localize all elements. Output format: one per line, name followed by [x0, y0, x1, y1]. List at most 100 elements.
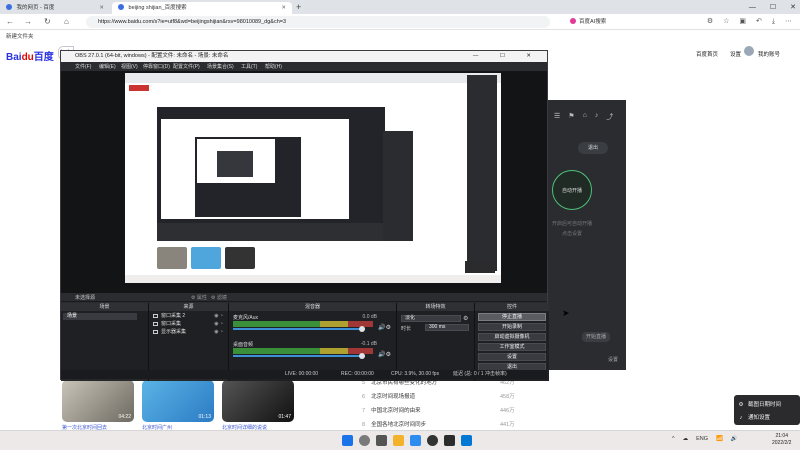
bell-icon: ♪ — [739, 415, 743, 421]
menu-scene-collection[interactable]: 场景集合(S) — [207, 63, 234, 70]
ai-search-button[interactable]: 百度AI搜索 — [570, 16, 606, 28]
minimize-button[interactable]: — — [749, 4, 756, 11]
scene-item[interactable]: 场景 — [63, 313, 137, 320]
transition-gear-icon[interactable]: ⚙ — [463, 315, 468, 322]
language-indicator[interactable]: ENG — [696, 436, 708, 442]
panel-settings-link[interactable]: 设置 — [608, 356, 618, 363]
preview-logo — [129, 85, 149, 91]
cpu-fps: CPU: 3.9%, 30.00 fps — [391, 371, 440, 377]
stop-streaming-button[interactable]: 停止直播 — [478, 313, 546, 321]
reload-button[interactable]: ↻ — [44, 16, 51, 28]
taskbar-clock[interactable]: 21:04 2022/2/2 — [772, 433, 791, 447]
search-icon[interactable] — [359, 435, 370, 446]
obs-icon[interactable] — [427, 435, 438, 446]
home-icon[interactable]: ⌂ — [583, 112, 587, 122]
browser-tab[interactable]: 我的网页 - 百度 ✕ — [0, 2, 110, 14]
hot-list-item[interactable]: 6 北京时间现场报道 — [362, 392, 415, 400]
video-thumbnail[interactable]: 04:22 — [62, 380, 134, 422]
download-icon[interactable]: ⤓ — [772, 16, 775, 28]
menu-profile[interactable]: 配置文件(P) — [173, 63, 200, 70]
back-button[interactable]: ← — [6, 16, 14, 28]
obs-window-controls[interactable]: — ☐ ✕ — [473, 51, 541, 62]
eye-icon[interactable]: ◉ ◔ — [214, 313, 223, 320]
live-app-icon[interactable] — [444, 435, 455, 446]
popup-item-datetime[interactable]: ⚙ 截图日期时间 — [738, 400, 781, 408]
eye-icon[interactable]: ◉ ◔ — [214, 329, 223, 336]
forward-button[interactable]: → — [24, 16, 32, 28]
baidu-settings-link[interactable]: 设置 — [730, 50, 741, 58]
file-explorer-icon[interactable] — [393, 435, 404, 446]
obs-preview-canvas[interactable] — [125, 71, 559, 293]
studio-mode-button[interactable]: 工作室模式 — [478, 343, 546, 351]
exit-button[interactable]: 退出 — [578, 142, 608, 154]
source-item[interactable]: 窗口采集 2 ◉ ◔ — [153, 313, 225, 320]
hot-list-item[interactable]: 7 中国北京时间的由来 — [362, 406, 421, 414]
popup-item-notify[interactable]: ♪ 通知设置 — [738, 413, 770, 421]
filters-button[interactable]: ⚙ 滤镜 — [211, 294, 227, 301]
baidu-home-link[interactable]: 百度首页 — [696, 50, 718, 58]
volume-slider[interactable] — [233, 355, 365, 357]
source-item[interactable]: 显示器采集 ◉ ◔ — [153, 329, 225, 336]
cloud-icon[interactable]: ☁ — [683, 436, 689, 442]
menu-tools[interactable]: 工具(T) — [241, 63, 257, 70]
menu-docks[interactable]: 停靠窗口(D) — [143, 63, 170, 70]
panel-hint-link[interactable]: 点击设置 — [562, 230, 582, 237]
wifi-icon[interactable]: 📶 — [716, 436, 723, 442]
menu-view[interactable]: 视图(V) — [121, 63, 138, 70]
menu-help[interactable]: 帮助(H) — [265, 63, 282, 70]
settings-icon[interactable]: ⋯ — [785, 16, 792, 28]
virtual-camera-button[interactable]: 启动虚拟摄像机 — [478, 333, 546, 341]
bookmark-folder[interactable]: 新建文件夹 — [6, 32, 34, 40]
volume-icon[interactable]: 🔊 — [731, 436, 738, 442]
video-thumbnail[interactable]: 01:13 — [142, 380, 214, 422]
music-icon[interactable]: ♪ — [595, 112, 599, 122]
maximize-button[interactable]: ☐ — [770, 3, 776, 11]
source-item[interactable]: 窗口采集 ◉ ◔ — [153, 321, 225, 328]
user-name[interactable]: 我的账号 — [758, 50, 780, 58]
menu-edit[interactable]: 编辑(E) — [99, 63, 116, 70]
speaker-gear-icons[interactable]: 🔊⚙ — [378, 324, 391, 331]
tab-close-icon[interactable]: ✕ — [281, 2, 286, 14]
speaker-gear-icons[interactable]: 🔊⚙ — [378, 351, 391, 358]
new-tab-button[interactable]: + — [296, 1, 301, 13]
volume-slider[interactable] — [233, 328, 365, 330]
avatar[interactable] — [744, 46, 754, 56]
clock-time: 21:04 — [775, 433, 788, 439]
tab-close-icon[interactable]: ✕ — [99, 2, 104, 14]
browser-tab-active[interactable]: beijing shijian_百度搜索 ✕ — [112, 2, 292, 14]
start-live-button[interactable]: 开始直播 — [582, 332, 610, 342]
ai-search-icon — [570, 18, 576, 24]
obs-menu-bar: 文件(F) 编辑(E) 视图(V) 停靠窗口(D) 配置文件(P) 场景集合(S… — [61, 62, 547, 71]
duration-input[interactable]: 300 ms — [425, 324, 469, 331]
extensions-icon[interactable]: ⚙ — [707, 16, 713, 28]
home-button[interactable]: ⌂ — [64, 16, 69, 28]
flag-icon[interactable]: ⚑ — [568, 112, 574, 122]
video-thumbnail[interactable]: 01:47 — [222, 380, 294, 422]
properties-button[interactable]: ⚙ 属性 — [191, 294, 207, 301]
undo-icon[interactable]: ↶ — [756, 16, 762, 28]
start-icon[interactable] — [342, 435, 353, 446]
baidu-logo[interactable]: Baidu百度 — [6, 48, 54, 63]
transition-select[interactable]: 淡化 — [401, 315, 461, 322]
store-icon[interactable] — [461, 435, 472, 446]
favorites-icon[interactable]: ☆ — [723, 16, 729, 28]
rec-timer: REC: 00:00:00 — [341, 371, 374, 377]
hot-list-item[interactable]: 8 全国各地北京时间同步 — [362, 420, 426, 428]
display-capture-icon — [153, 330, 158, 334]
url-input[interactable]: https://www.baidu.com/s?ie=utf8&wd=beiji… — [86, 16, 550, 28]
menu-file[interactable]: 文件(F) — [75, 63, 91, 70]
volume-slider-handle[interactable] — [359, 326, 365, 332]
volume-slider-handle[interactable] — [359, 353, 365, 359]
eye-icon[interactable]: ◉ ◔ — [214, 321, 223, 328]
hot-count: 446万 — [500, 408, 515, 414]
settings-button[interactable]: 设置 — [478, 353, 546, 361]
edge-browser-icon[interactable] — [410, 435, 421, 446]
close-button[interactable]: ✕ — [790, 3, 796, 11]
mixer-channel-desktop: 桌面音频 -0.1 dB 🔊⚙ — [233, 341, 391, 361]
share-icon[interactable]: ⤴ — [606, 112, 613, 122]
collections-icon[interactable]: ▣ — [739, 16, 746, 28]
tray-overflow-icon[interactable]: ^ — [672, 436, 675, 442]
hot-title: 北京时间现场报道 — [371, 394, 416, 400]
start-recording-button[interactable]: 开始录制 — [478, 323, 546, 331]
task-view-icon[interactable] — [376, 435, 387, 446]
